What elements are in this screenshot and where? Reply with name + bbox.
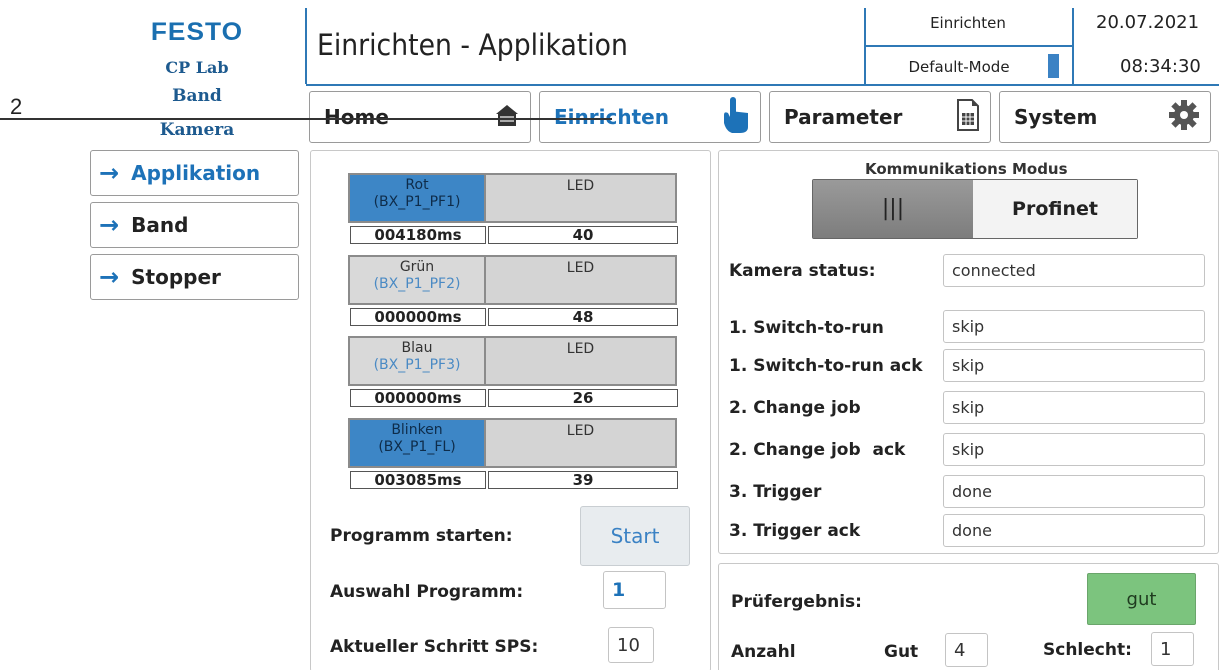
change-job-ack-field: skip: [943, 433, 1205, 466]
result-label: Prüfergebnis:: [731, 592, 862, 612]
document-icon: [956, 98, 980, 136]
page-title: Einrichten - Applikation: [317, 28, 628, 62]
led-color-code: (BX_P1_FL): [378, 439, 456, 455]
nav-system-button[interactable]: System: [999, 91, 1211, 143]
date-display: 20.07.2021: [1096, 12, 1200, 33]
switch-to-run-label: 1. Switch-to-run: [729, 318, 884, 338]
bad-label: Schlecht:: [1043, 640, 1132, 660]
led-color-code: (BX_P1_PF2): [373, 276, 461, 292]
bad-count-field: 1: [1151, 632, 1194, 666]
nav-einrichten-label: Einrichten: [554, 105, 669, 129]
header-line-band: Band: [172, 86, 222, 106]
nav-parameter-button[interactable]: Parameter: [769, 91, 991, 143]
annotation-number: 2: [10, 94, 23, 119]
nav-system-label: System: [1014, 105, 1098, 129]
nav-einrichten-button[interactable]: Einrichten: [539, 91, 761, 143]
mode-indicator: [1048, 54, 1059, 78]
comm-mode-toggle[interactable]: ||| Profinet: [812, 179, 1138, 239]
good-label: Gut: [884, 642, 919, 662]
camera-status-field: connected: [943, 254, 1205, 287]
led-color-button[interactable]: Blau (BX_P1_PF3): [348, 336, 486, 386]
led-color-code: (BX_P1_PF3): [373, 357, 461, 373]
led-count-value: 26: [488, 389, 678, 407]
good-count-field: 4: [945, 633, 988, 667]
led-indicator: LED: [486, 173, 677, 223]
sidebar-item-label: Stopper: [131, 265, 221, 289]
result-badge: gut: [1087, 573, 1196, 625]
arrow-right-icon: →: [99, 159, 120, 187]
led-color-name: Blinken: [391, 422, 443, 438]
switch-to-run-ack-field: skip: [943, 349, 1205, 382]
led-color-name: Grün: [399, 259, 435, 275]
mode-label: Einrichten: [930, 14, 1006, 32]
led-count-value: 40: [488, 226, 678, 244]
led-color-code: (BX_P1_PF1): [373, 194, 461, 210]
led-color-name: Rot: [405, 177, 429, 193]
submode-label: Default-Mode: [908, 58, 1010, 76]
start-button[interactable]: Start: [580, 506, 690, 566]
header-line-kamera: Kamera: [159, 120, 235, 140]
led-color-button[interactable]: Blinken (BX_P1_FL): [348, 418, 486, 468]
trigger-ack-label: 3. Trigger ack: [729, 521, 861, 541]
header-divider: [866, 45, 1072, 47]
header-divider: [305, 8, 307, 84]
sidebar-item-band[interactable]: → Band: [90, 202, 299, 248]
nav-parameter-label: Parameter: [784, 105, 903, 129]
led-time-value: 004180ms: [350, 226, 486, 244]
festo-logo: FESTO: [150, 18, 244, 46]
annotation-line: [0, 118, 612, 120]
switch-to-run-field: skip: [943, 310, 1205, 343]
switch-to-run-ack-label: 1. Switch-to-run ack: [729, 356, 923, 376]
program-select-input[interactable]: 1: [603, 571, 666, 609]
sidebar-item-label: Band: [131, 213, 189, 237]
comm-toggle-profinet[interactable]: Profinet: [973, 180, 1137, 238]
hand-pointer-icon: [720, 95, 750, 140]
led-color-name: Blau: [401, 340, 433, 356]
sidebar-item-stopper[interactable]: → Stopper: [90, 254, 299, 300]
led-indicator: LED: [486, 418, 677, 468]
time-display: 08:34:30: [1120, 56, 1201, 77]
arrow-right-icon: →: [99, 263, 120, 291]
led-row-blinken: Blinken (BX_P1_FL) LED 003085ms 39: [348, 418, 678, 490]
program-start-label: Programm starten:: [330, 526, 513, 546]
header-divider: [1072, 8, 1074, 84]
comm-toggle-handle[interactable]: |||: [813, 180, 973, 238]
sps-step-field: 10: [608, 627, 654, 663]
trigger-label: 3. Trigger: [729, 482, 822, 502]
led-count-value: 39: [488, 471, 678, 489]
sidebar-item-applikation[interactable]: → Applikation: [90, 150, 299, 196]
header-divider: [306, 84, 1219, 86]
led-color-button[interactable]: Rot (BX_P1_PF1): [348, 173, 486, 223]
trigger-field: done: [943, 475, 1205, 508]
nav-home-label: Home: [324, 105, 389, 129]
arrow-right-icon: →: [99, 211, 120, 239]
sidebar-item-label: Applikation: [131, 161, 261, 185]
led-indicator: LED: [486, 336, 677, 386]
trigger-ack-field: done: [943, 514, 1205, 547]
change-job-label: 2. Change job: [729, 398, 861, 418]
change-job-ack-label: 2. Change job ack: [729, 440, 906, 460]
program-select-label: Auswahl Programm:: [330, 582, 524, 602]
nav-home-button[interactable]: Home: [309, 91, 531, 143]
led-time-value: 000000ms: [350, 308, 486, 326]
header-line-cplab: CP Lab: [165, 58, 229, 77]
change-job-field: skip: [943, 391, 1205, 424]
led-indicator: LED: [486, 255, 677, 305]
sps-step-label: Aktueller Schritt SPS:: [330, 637, 539, 657]
led-count-value: 48: [488, 308, 678, 326]
led-time-value: 003085ms: [350, 471, 486, 489]
led-row-gruen: Grün (BX_P1_PF2) LED 000000ms 48: [348, 255, 678, 327]
count-label: Anzahl: [731, 642, 796, 662]
led-color-button[interactable]: Grün (BX_P1_PF2): [348, 255, 486, 305]
comm-mode-title: Kommunikations Modus: [865, 160, 1068, 178]
led-row-rot: Rot (BX_P1_PF1) LED 004180ms 40: [348, 173, 678, 245]
gear-icon: [1168, 99, 1200, 136]
camera-status-label: Kamera status:: [729, 261, 876, 281]
led-time-value: 000000ms: [350, 389, 486, 407]
led-row-blau: Blau (BX_P1_PF3) LED 000000ms 26: [348, 336, 678, 408]
home-icon: [494, 102, 520, 133]
